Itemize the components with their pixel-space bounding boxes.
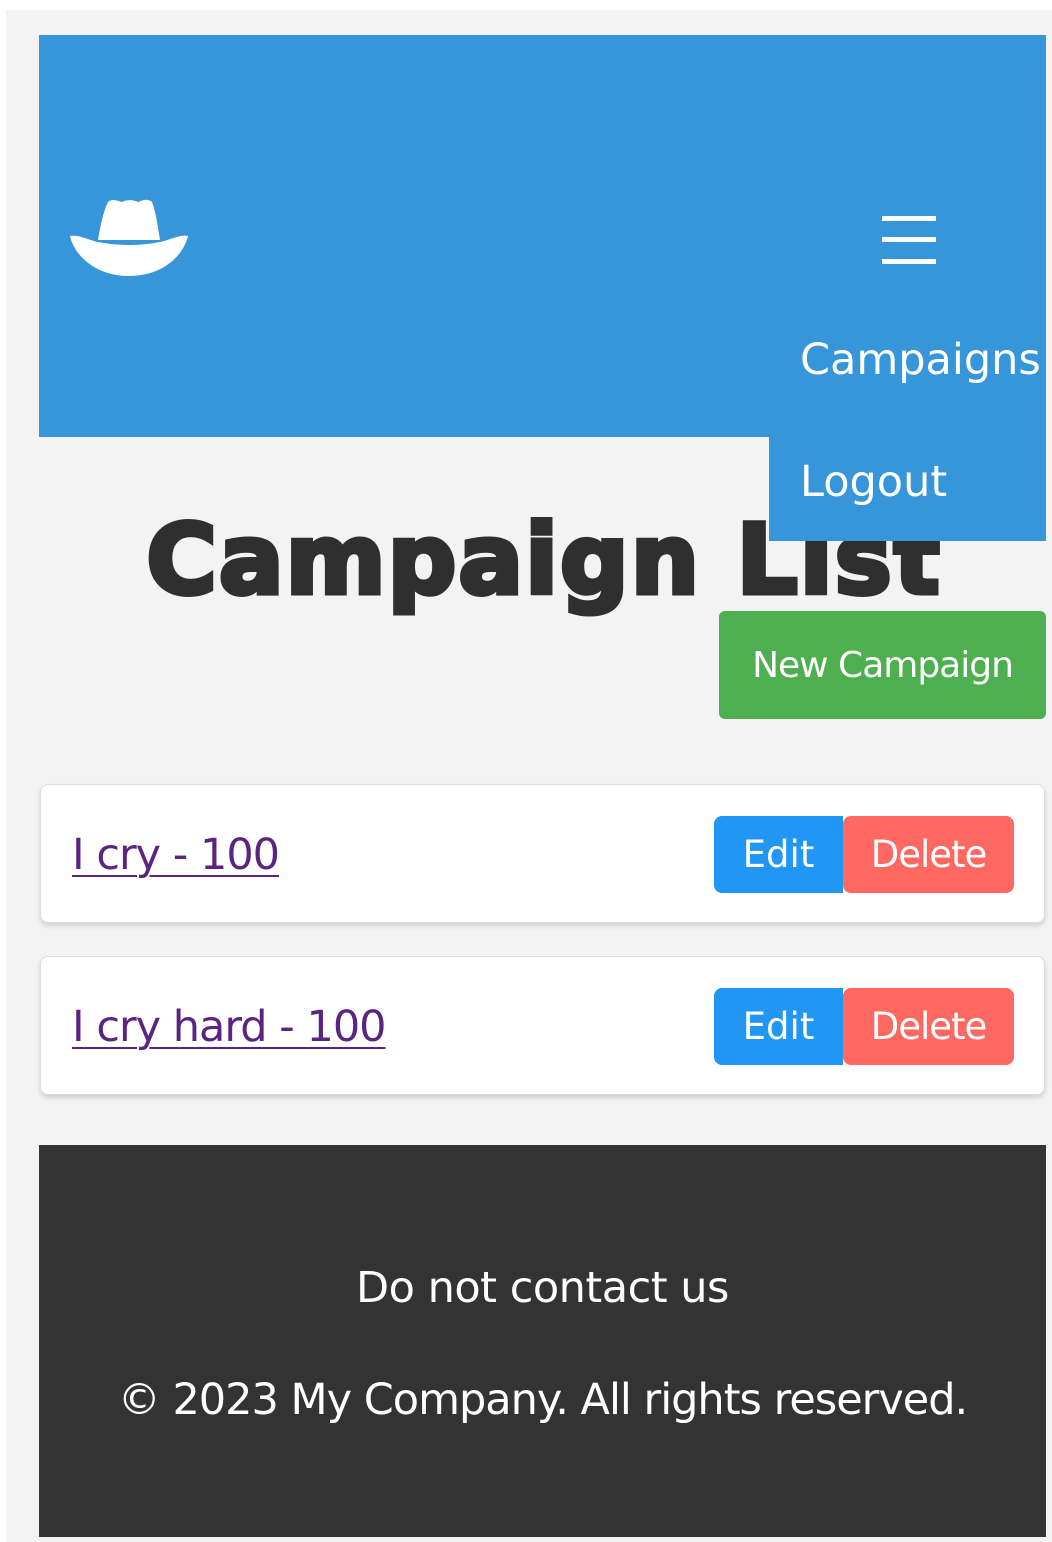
- delete-button[interactable]: Delete: [843, 988, 1014, 1065]
- new-campaign-button[interactable]: New Campaign: [719, 611, 1046, 719]
- edit-button[interactable]: Edit: [714, 988, 843, 1065]
- campaign-card: I cry - 100 Edit Delete: [40, 784, 1045, 923]
- hamburger-menu-icon[interactable]: [878, 212, 940, 268]
- delete-button[interactable]: Delete: [843, 816, 1014, 893]
- footer-copyright: © 2023 My Company. All rights reserved.: [117, 1375, 968, 1425]
- nav-item-logout[interactable]: Logout: [800, 457, 947, 507]
- nav-item-campaigns[interactable]: Campaigns: [800, 335, 1041, 385]
- edit-button[interactable]: Edit: [714, 816, 843, 893]
- campaign-link[interactable]: I cry hard - 100: [72, 1002, 387, 1052]
- campaign-card: I cry hard - 100 Edit Delete: [40, 956, 1045, 1095]
- cowboy-hat-icon[interactable]: [68, 196, 190, 278]
- nav-dropdown: Campaigns Logout: [769, 315, 1046, 541]
- footer-contact-text: Do not contact us: [356, 1263, 729, 1313]
- campaign-link[interactable]: I cry - 100: [72, 830, 280, 880]
- site-footer: Do not contact us © 2023 My Company. All…: [39, 1145, 1046, 1537]
